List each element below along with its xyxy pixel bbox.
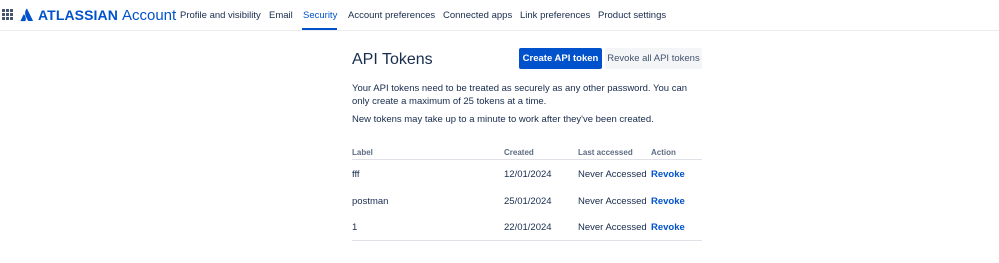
page-title: API Tokens bbox=[352, 51, 433, 68]
token-last-accessed: Never Accessed bbox=[578, 196, 647, 207]
nav-security[interactable]: Security bbox=[303, 10, 337, 21]
column-header-last-accessed: Last accessed bbox=[578, 148, 633, 157]
revoke-link[interactable]: Revoke bbox=[651, 196, 685, 207]
atlassian-logo[interactable]: ATLASSIAN Account bbox=[20, 6, 176, 24]
nav-connected-apps[interactable]: Connected apps bbox=[443, 10, 512, 21]
token-created: 22/01/2024 bbox=[504, 222, 552, 233]
token-created: 25/01/2024 bbox=[504, 196, 552, 207]
token-label: postman bbox=[352, 196, 389, 207]
table-header: Label Created Last accessed Action bbox=[352, 147, 702, 160]
revoke-link[interactable]: Revoke bbox=[651, 222, 685, 233]
token-label: 1 bbox=[352, 222, 358, 233]
table-row: postman 25/01/2024 Never Accessed Revoke bbox=[352, 188, 702, 214]
brand-name: ATLASSIAN bbox=[38, 7, 118, 23]
table-row: fff 12/01/2024 Never Accessed Revoke bbox=[352, 161, 702, 187]
token-last-accessed: Never Accessed bbox=[578, 222, 647, 233]
active-tab-indicator bbox=[302, 28, 337, 30]
description-note: New tokens may take up to a minute to wo… bbox=[352, 114, 654, 125]
revoke-link[interactable]: Revoke bbox=[651, 169, 685, 180]
nav-account-preferences[interactable]: Account preferences bbox=[348, 10, 435, 21]
nav-profile-and-visibility[interactable]: Profile and visibility bbox=[180, 10, 261, 21]
product-name: Account bbox=[121, 6, 177, 24]
revoke-all-tokens-button[interactable]: Revoke all API tokens bbox=[605, 48, 702, 69]
nav-email[interactable]: Email bbox=[269, 10, 293, 21]
token-created: 12/01/2024 bbox=[504, 169, 552, 180]
column-header-created: Created bbox=[504, 148, 534, 157]
table-divider bbox=[352, 240, 702, 241]
nav-product-settings[interactable]: Product settings bbox=[598, 10, 666, 21]
token-label: fff bbox=[352, 169, 360, 180]
table-row: 1 22/01/2024 Never Accessed Revoke bbox=[352, 214, 702, 240]
column-header-action: Action bbox=[651, 148, 676, 157]
column-header-label: Label bbox=[352, 148, 373, 157]
nav-link-preferences[interactable]: Link preferences bbox=[520, 10, 590, 21]
grid-icon[interactable] bbox=[2, 9, 13, 20]
top-navigation: ATLASSIAN Account Profile and visibility… bbox=[0, 0, 999, 31]
atlassian-logo-icon bbox=[20, 8, 33, 22]
description-text: Your API tokens need to be treated as se… bbox=[352, 83, 688, 107]
create-api-token-button[interactable]: Create API token bbox=[519, 48, 602, 69]
token-last-accessed: Never Accessed bbox=[578, 169, 647, 180]
